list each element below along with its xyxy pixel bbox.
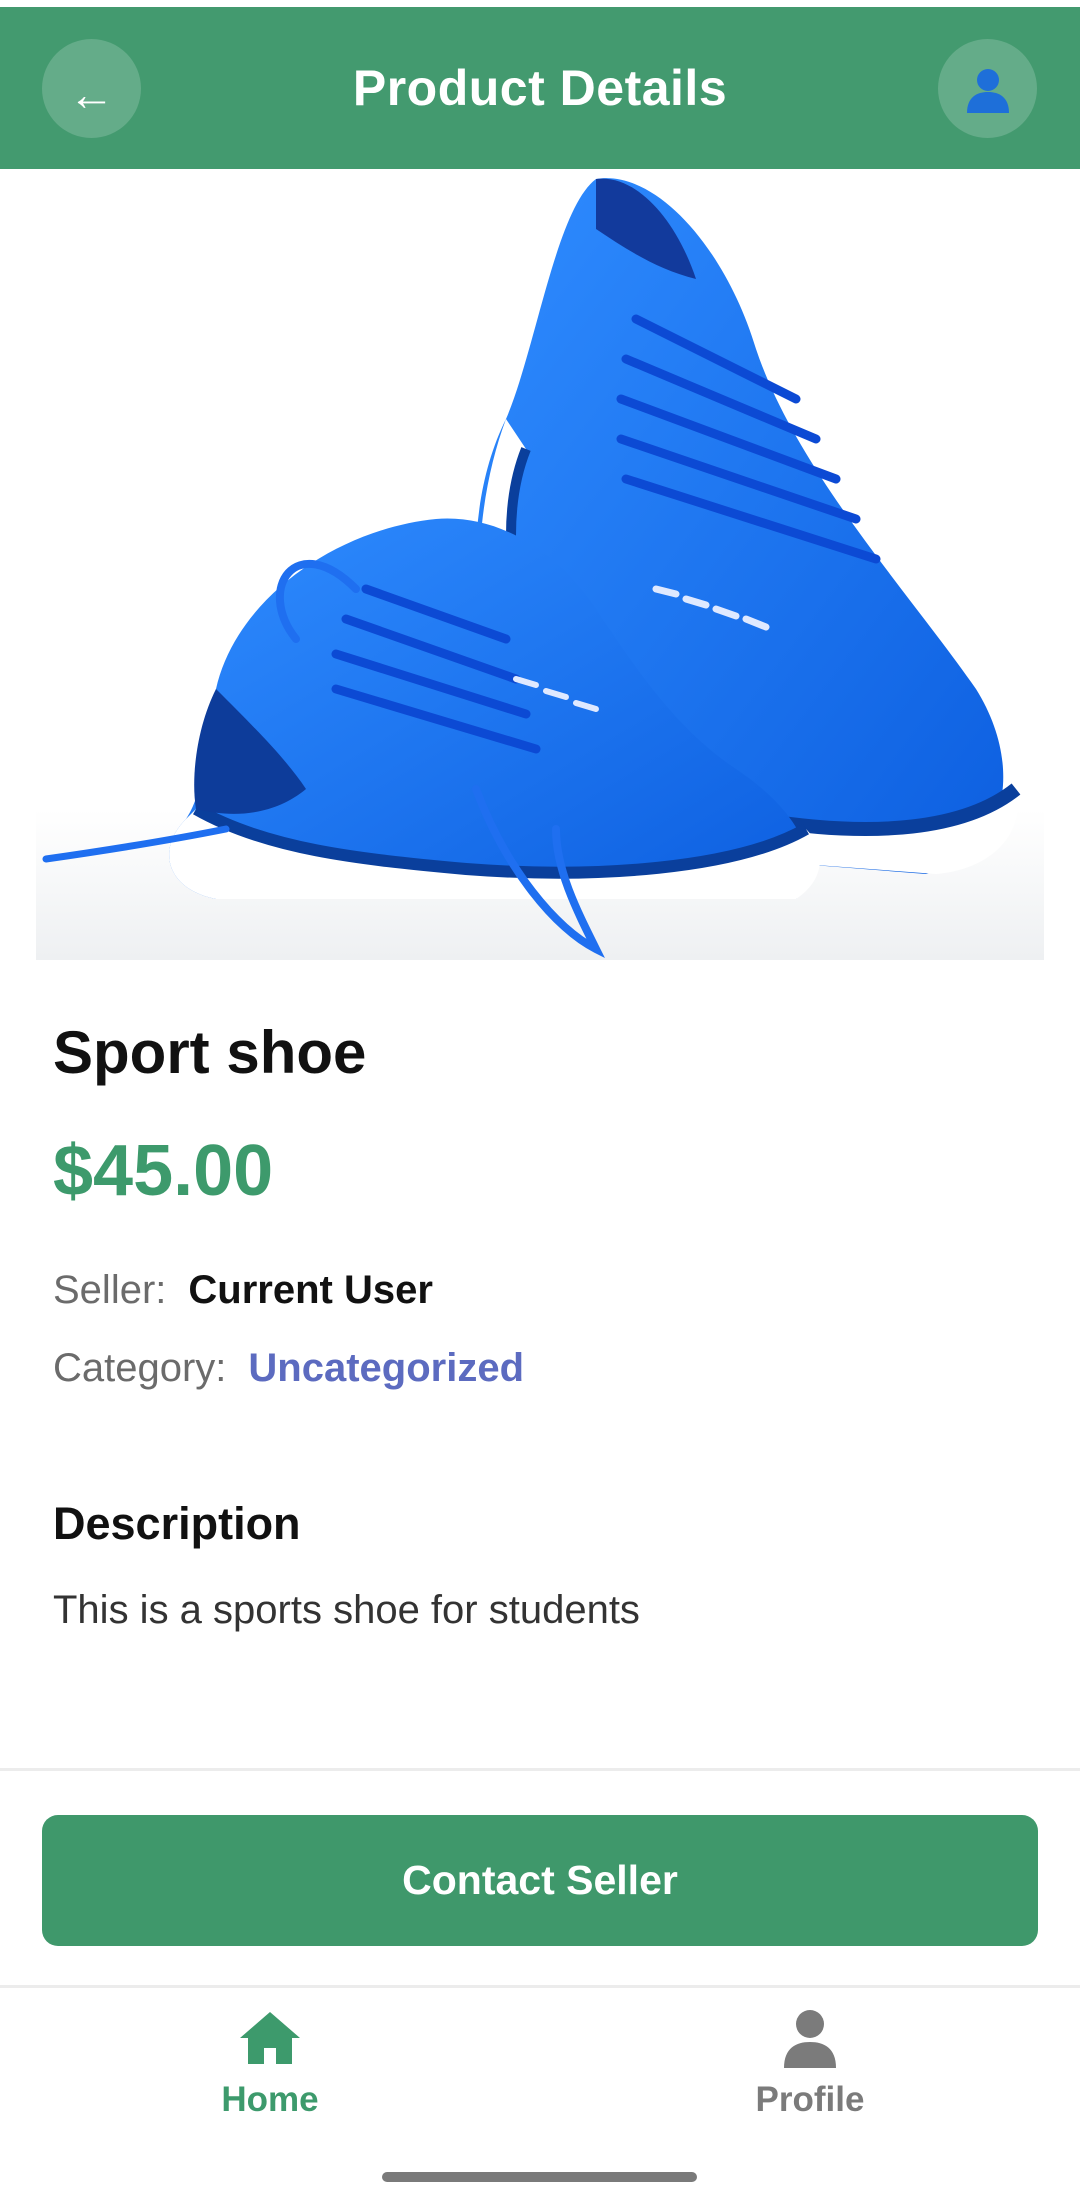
product-details-screen: ← Product Details Sport shoe $45.00 Sell…	[0, 0, 1080, 2207]
product-price: $45.00	[53, 1131, 274, 1211]
seller-label: Seller:	[53, 1268, 167, 1312]
app-header: ← Product Details	[0, 7, 1080, 169]
product-image	[36, 169, 1044, 960]
profile-button[interactable]	[938, 39, 1037, 138]
home-indicator	[382, 2172, 697, 2182]
contact-seller-label: Contact Seller	[402, 1857, 678, 1903]
back-arrow-icon: ←	[68, 67, 115, 120]
category-label: Category:	[53, 1346, 227, 1390]
category-link[interactable]: Uncategorized	[248, 1346, 524, 1391]
page-title: Product Details	[352, 60, 728, 116]
nav-label-home: Home	[221, 2080, 319, 2119]
product-name: Sport shoe	[53, 1019, 367, 1086]
nav-item-profile[interactable]: Profile	[660, 2006, 960, 2146]
nav-label-profile: Profile	[755, 2080, 865, 2119]
description-heading: Description	[53, 1498, 301, 1549]
person-icon	[784, 2010, 836, 2068]
home-icon	[240, 2012, 300, 2064]
description-text: This is a sports shoe for students	[53, 1588, 640, 1632]
contact-seller-button[interactable]: Contact Seller	[42, 1815, 1038, 1946]
nav-item-home[interactable]: Home	[120, 2006, 420, 2146]
divider	[0, 1768, 1080, 1771]
seller-row: Seller: Current User	[53, 1268, 433, 1313]
back-button[interactable]: ←	[42, 39, 141, 138]
status-strip	[0, 0, 1080, 7]
running-shoes-illustration	[36, 169, 1044, 960]
person-icon	[966, 68, 1009, 113]
category-row: Category: Uncategorized	[53, 1346, 524, 1391]
seller-value: Current User	[188, 1268, 433, 1312]
